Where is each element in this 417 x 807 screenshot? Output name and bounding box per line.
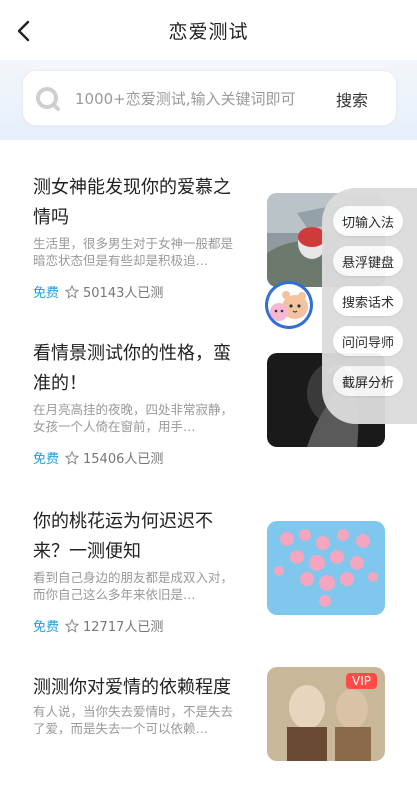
mascot-icon[interactable] (264, 280, 314, 330)
tested-count: 50143人已测 (83, 286, 164, 301)
vip-badge: VIP (346, 673, 377, 689)
list-item[interactable]: 你的桃花运为何迟迟不来？一测便知 看到自己身边的朋友都是成双入对，而你自己这么多… (15, 481, 402, 641)
item-description: 有人说，当你失去爱情时，不是失去了爱，而是失去一个可以依赖… (33, 704, 234, 736)
item-title: 测测你对爱情的依赖程度 (33, 677, 231, 698)
floating-action-panel: 切输入法 悬浮键盘 搜索话术 问问导师 截屏分析 (322, 188, 417, 424)
star-icon (65, 450, 80, 465)
item-meta: 免费 12717人已测 (33, 616, 163, 635)
tested-count: 12717人已测 (83, 620, 164, 635)
item-description: 在月亮高挂的夜晚，四处非常寂静，女孩一个人倚在窗前，用手… (33, 402, 234, 434)
search-button[interactable]: 搜索 (336, 87, 368, 111)
item-description: 生活里，很多男生对于女神一般都是暗恋状态但是有些却是积极追… (33, 236, 234, 268)
back-button[interactable] (10, 14, 40, 48)
free-tag: 免费 (33, 620, 60, 635)
item-thumbnail: VIP (267, 667, 385, 761)
switch-input-method-button[interactable]: 切输入法 (333, 206, 403, 236)
free-tag: 免费 (33, 286, 60, 301)
list-item[interactable]: 测测你对爱情的依赖程度 有人说，当你失去爱情时，不是失去了爱，而是失去一个可以依… (15, 647, 402, 807)
chevron-left-icon (17, 20, 30, 42)
star-icon (65, 284, 80, 299)
floating-keyboard-button[interactable]: 悬浮键盘 (333, 246, 403, 276)
star-icon (65, 618, 80, 633)
search-area: 搜索 (0, 60, 417, 140)
search-script-button[interactable]: 搜索话术 (333, 286, 403, 316)
search-icon (36, 87, 60, 111)
top-bar: 恋爱测试 (0, 0, 417, 60)
item-title: 测女神能发现你的爱慕之情吗 (33, 177, 231, 228)
item-meta: 免费 50143人已测 (33, 282, 163, 301)
item-title: 看情景测试你的性格，蛮准的！ (33, 343, 231, 394)
item-thumbnail (267, 521, 385, 615)
ask-mentor-button[interactable]: 问问导师 (333, 326, 403, 356)
page-title: 恋爱测试 (168, 20, 249, 43)
item-description: 看到自己身边的朋友都是成双入对，而你自己这么多年来依旧是… (33, 570, 234, 602)
search-input[interactable] (73, 83, 342, 115)
tested-count: 15406人已测 (83, 452, 164, 467)
item-title: 你的桃花运为何迟迟不来？一测便知 (33, 511, 213, 562)
screenshot-analysis-button[interactable]: 截屏分析 (333, 366, 403, 396)
item-meta: 免费 15406人已测 (33, 448, 163, 467)
search-bar[interactable]: 搜索 (22, 70, 397, 126)
free-tag: 免费 (33, 452, 60, 467)
